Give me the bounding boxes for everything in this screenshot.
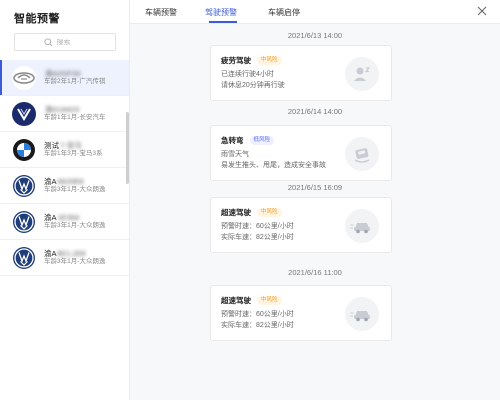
vehicle-plate: 7-宝马	[60, 140, 82, 150]
vehicle-plate: 渝A2GF33	[45, 68, 81, 78]
tab-bar: 车辆预警 驾驶预警 车辆启停	[130, 0, 500, 24]
search-icon	[43, 37, 52, 46]
active-tab-indicator	[209, 21, 237, 23]
bmw-logo-icon	[12, 138, 36, 162]
sidebar-scrollbar[interactable]	[126, 112, 129, 184]
alerts-panel: 车辆预警 驾驶预警 车辆启停 2021/6/13 14:00 疲劳驾驶 中风险 …	[130, 0, 500, 400]
changan-logo-icon	[12, 101, 36, 126]
risk-badge: 中风险	[257, 295, 282, 306]
vehicle-item[interactable]: 渝A 6620E8 车龄3年1月-大众朗逸	[0, 168, 129, 204]
search-input[interactable]	[56, 38, 87, 46]
vehicle-prefix: 渝A	[44, 212, 57, 222]
tab-driving-alerts[interactable]: 驾驶预警	[205, 7, 237, 18]
vehicle-plate: BCL1E8	[57, 248, 86, 258]
vehicle-plate: 6620E8	[57, 176, 84, 186]
vehicle-plate: 1E354	[57, 212, 80, 222]
vehicle-meta: 车龄1年1月-长安汽车	[44, 114, 106, 122]
alert-card[interactable]: 急转弯 低风险 雨雪天气 易发生推头、甩尾，造成安全事故	[210, 125, 392, 181]
risk-badge: 中风险	[257, 207, 282, 218]
vw-logo-icon	[12, 246, 36, 270]
tab-vehicle-start-stop[interactable]: 车辆启停	[268, 7, 300, 18]
alert-title: 急转弯	[221, 136, 244, 145]
search-box[interactable]	[14, 33, 116, 51]
vw-logo-icon	[12, 174, 36, 198]
vehicle-plate: 渝G16423	[45, 104, 80, 114]
risk-badge: 中风险	[257, 55, 282, 66]
alert-card[interactable]: 疲劳驾驶 中风险 已连续行驶4小时 请休息20分钟再行驶	[210, 45, 392, 101]
alert-title: 超速驾驶	[221, 208, 251, 217]
speeding-car-icon	[345, 297, 379, 331]
alert-feed: 2021/6/13 14:00 疲劳驾驶 中风险 已连续行驶4小时 请休息20分…	[130, 24, 500, 400]
close-icon[interactable]	[476, 5, 488, 17]
alert-timestamp: 2021/6/16 11:00	[288, 268, 342, 277]
vehicle-meta: 车龄3年1月-大众朗逸	[44, 186, 106, 194]
vehicle-meta: 车龄3年1月-大众朗逸	[44, 222, 106, 230]
gac-logo-icon	[12, 65, 36, 90]
alert-card[interactable]: 超速驾驶 中风险 预警时速：60公里/小时 实际车速：82公里/小时	[210, 197, 392, 253]
app-title: 智能预警	[14, 13, 60, 25]
vehicle-prefix: 渝A	[44, 248, 57, 258]
vw-logo-icon	[12, 210, 36, 234]
alert-timestamp: 2021/6/13 14:00	[287, 31, 343, 40]
vehicle-item[interactable]: 渝A 1E354 车龄3年1月-大众朗逸	[0, 204, 129, 240]
fatigue-driver-icon	[345, 57, 379, 91]
vehicle-meta: 车龄1年3月-宝马3系	[44, 150, 103, 158]
vehicle-item[interactable]: 渝A2GF33 车龄2年1月-广汽传祺	[0, 60, 129, 96]
alert-timestamp: 2021/6/14 14:00	[287, 107, 343, 116]
alert-timestamp: 2021/6/15 16:09	[287, 183, 343, 192]
sharp-turn-icon	[345, 137, 379, 171]
vehicle-item[interactable]: 测试 7-宝马 车龄1年3月-宝马3系	[0, 132, 129, 168]
alert-title: 超速驾驶	[221, 296, 251, 305]
vehicle-prefix: 测试	[44, 140, 59, 150]
vehicle-prefix: 渝A	[44, 176, 57, 186]
alert-title: 疲劳驾驶	[221, 56, 251, 65]
vehicle-item[interactable]: 渝A BCL1E8 车龄3年1月-大众朗逸	[0, 240, 129, 276]
vehicle-item[interactable]: 渝G16423 车龄1年1月-长安汽车	[0, 96, 129, 132]
risk-badge: 低风险	[249, 135, 275, 146]
tab-vehicle-alerts[interactable]: 车辆预警	[145, 7, 177, 18]
vehicle-list: 渝A2GF33 车龄2年1月-广汽传祺 渝G16423 车龄1年1月-长安汽车	[0, 60, 129, 276]
alert-card[interactable]: 超速驾驶 中风险 预警时速：60公里/小时 实际车速：82公里/小时	[210, 285, 392, 341]
vehicle-sidebar: 智能预警 渝A2GF33 车龄2年1月-广汽传祺	[0, 0, 130, 400]
speeding-car-icon	[345, 209, 379, 243]
vehicle-meta: 车龄3年1月-大众朗逸	[44, 258, 106, 266]
vehicle-meta: 车龄2年1月-广汽传祺	[44, 78, 106, 86]
